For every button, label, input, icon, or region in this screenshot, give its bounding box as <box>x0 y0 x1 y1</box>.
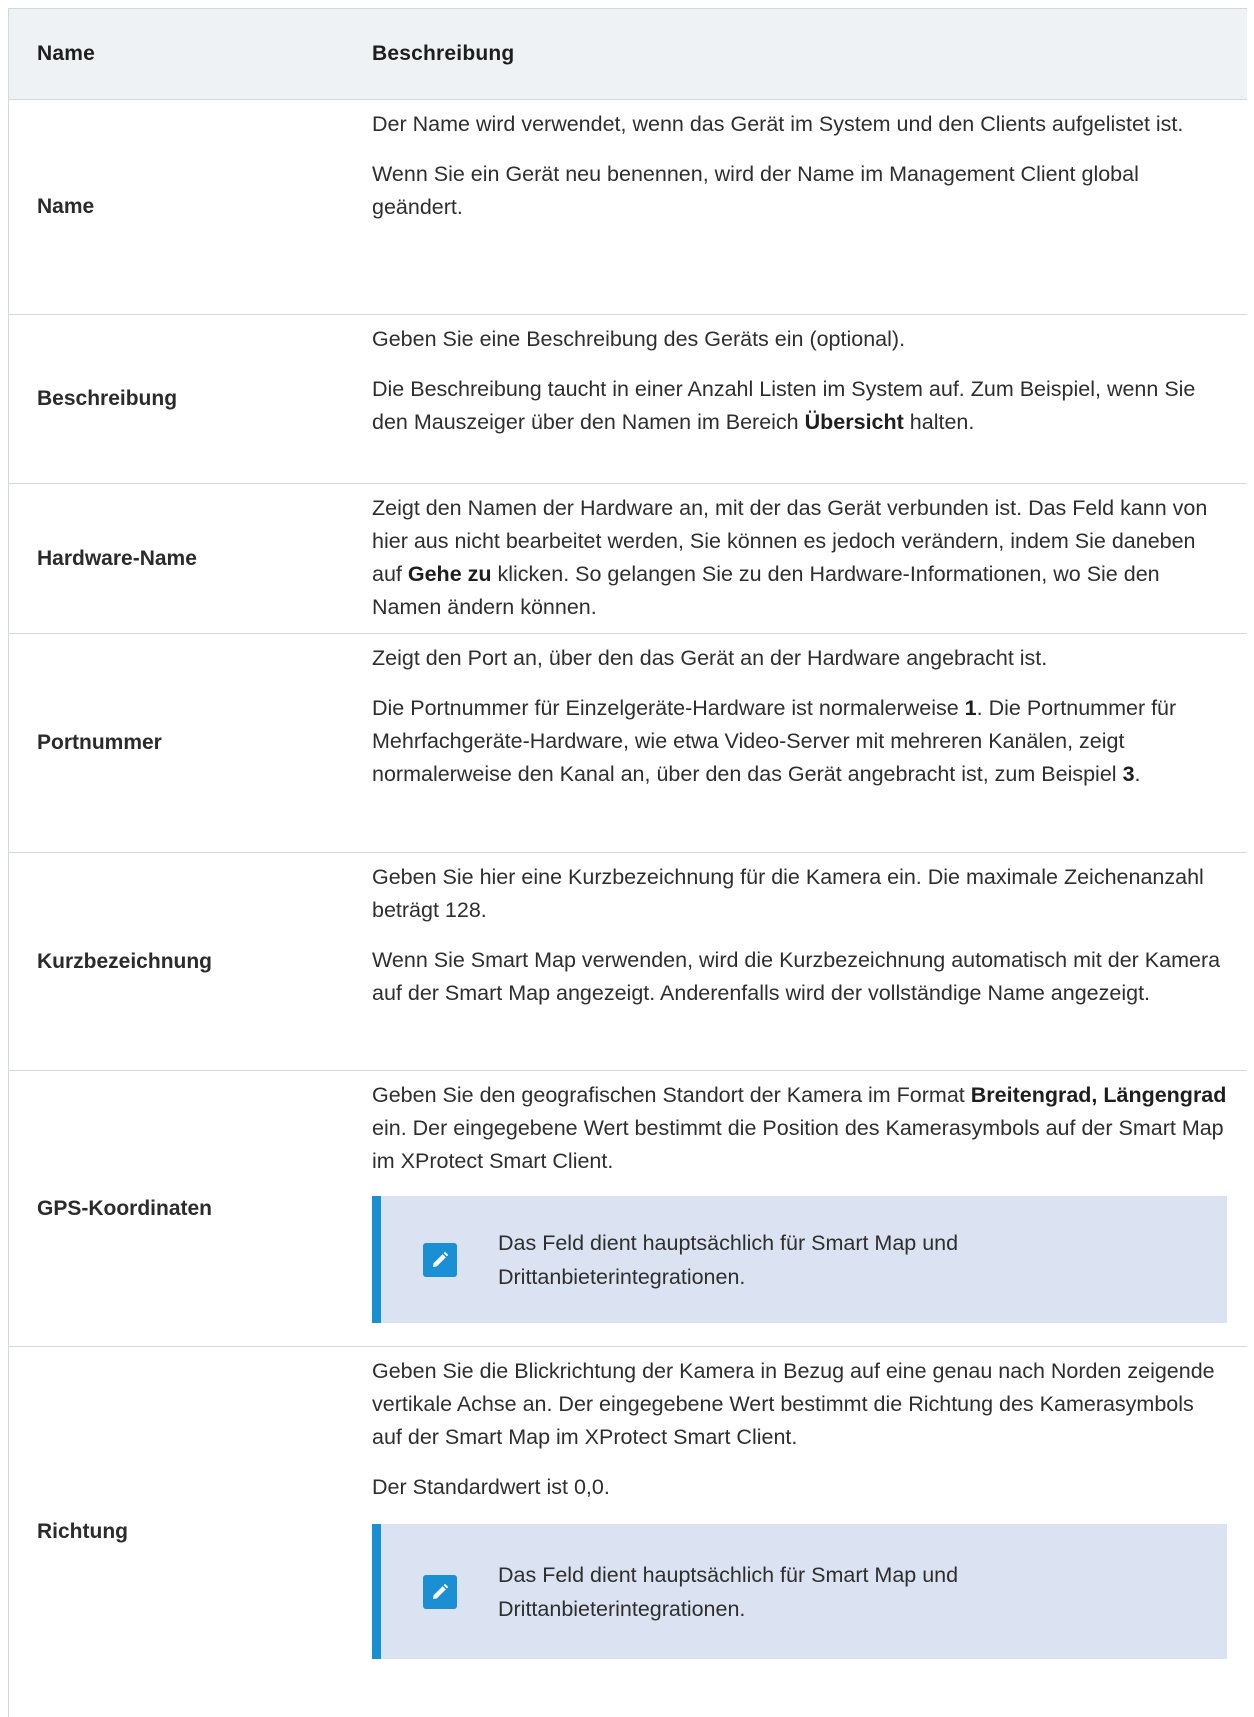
note-callout: Das Feld dient hauptsächlich für Smart M… <box>372 1196 1227 1323</box>
row-description: Geben Sie den geografischen Standort der… <box>344 1071 1247 1346</box>
description-paragraph: Der Standardwert ist 0,0. <box>372 1475 610 1499</box>
bold-term: 3 <box>1122 762 1135 786</box>
row-description: Geben Sie die Blickrichtung der Kamera i… <box>344 1347 1247 1717</box>
row-description: Zeigt den Port an, über den das Gerät an… <box>344 634 1247 852</box>
row-name-label: GPS-Koordinaten <box>37 1196 213 1220</box>
note-callout: Das Feld dient hauptsächlich für Smart M… <box>372 1524 1227 1659</box>
table-row: Beschreibung Geben Sie eine Beschreibung… <box>9 315 1247 484</box>
description-paragraph: Geben Sie den geografischen Standort der… <box>372 1079 1227 1178</box>
description-paragraph: Wenn Sie ein Gerät neu benennen, wird de… <box>372 162 1139 219</box>
table-row: Kurzbezeichnung Geben Sie hier eine Kurz… <box>9 853 1247 1071</box>
note-text: Das Feld dient hauptsächlich für Smart M… <box>498 1562 959 1621</box>
table-row: Name Der Name wird verwendet, wenn das G… <box>9 100 1247 315</box>
table-row: Portnummer Zeigt den Port an, über den d… <box>9 634 1247 853</box>
text-span: Geben Sie den geografischen Standort der… <box>372 1083 965 1107</box>
description-paragraph: Geben Sie hier eine Kurzbezeichnung für … <box>372 865 1204 922</box>
note-text: Das Feld dient hauptsächlich für Smart M… <box>498 1230 959 1289</box>
bold-term: Gehe zu <box>407 562 492 586</box>
text-span: Die Beschreibung taucht in einer Anzahl … <box>372 377 1196 434</box>
text-span: . <box>1134 762 1141 786</box>
table-header: Name Beschreibung <box>9 9 1247 100</box>
pencil-icon <box>422 1574 457 1609</box>
description-paragraph: Zeigt den Port an, über den das Gerät an… <box>372 646 1048 670</box>
text-span: halten. <box>909 410 975 434</box>
row-name-label: Beschreibung <box>37 387 178 410</box>
table-row: Hardware-Name Zeigt den Namen der Hardwa… <box>9 484 1247 634</box>
row-name-label: Name <box>37 195 95 218</box>
bold-term: 1 <box>964 696 977 720</box>
description-paragraph: Geben Sie die Blickrichtung der Kamera i… <box>372 1359 1215 1449</box>
row-name-label: Portnummer <box>37 731 162 754</box>
pencil-icon <box>422 1242 457 1277</box>
row-name-label: Hardware-Name <box>37 546 197 570</box>
row-name-label: Richtung <box>37 1520 128 1543</box>
bold-term: Breitengrad, Längengrad <box>970 1083 1227 1107</box>
row-description: Geben Sie hier eine Kurzbezeichnung für … <box>344 853 1247 1070</box>
description-paragraph: Der Name wird verwendet, wenn das Gerät … <box>372 112 1184 136</box>
header-name: Name <box>37 42 95 65</box>
row-description: Zeigt den Namen der Hardware an, mit der… <box>344 484 1247 633</box>
table-row: Richtung Geben Sie die Blickrichtung der… <box>9 1347 1247 1717</box>
text-span: ein. Der eingegebene Wert bestimmt die P… <box>372 1116 1224 1173</box>
row-name-label: Kurzbezeichnung <box>37 949 213 973</box>
bold-term: Übersicht <box>804 410 904 434</box>
row-description: Der Name wird verwendet, wenn das Gerät … <box>344 100 1247 314</box>
description-paragraph: Zeigt den Namen der Hardware an, mit der… <box>372 492 1227 624</box>
row-description: Geben Sie eine Beschreibung des Geräts e… <box>344 315 1247 483</box>
description-paragraph: Die Portnummer für Einzelgeräte-Hardware… <box>372 692 1227 791</box>
header-description: Beschreibung <box>372 42 515 65</box>
properties-table: Name Beschreibung Name Der Name wird ver… <box>8 8 1247 1717</box>
text-span: Die Portnummer für Einzelgeräte-Hardware… <box>372 696 959 720</box>
description-paragraph: Geben Sie eine Beschreibung des Geräts e… <box>372 327 906 351</box>
note-icon-wrap <box>381 1242 498 1277</box>
description-paragraph: Die Beschreibung taucht in einer Anzahl … <box>372 373 1227 439</box>
table-row: GPS-Koordinaten Geben Sie den geografisc… <box>9 1071 1247 1347</box>
description-paragraph: Wenn Sie Smart Map verwenden, wird die K… <box>372 948 1221 1005</box>
note-icon-wrap <box>381 1574 498 1609</box>
